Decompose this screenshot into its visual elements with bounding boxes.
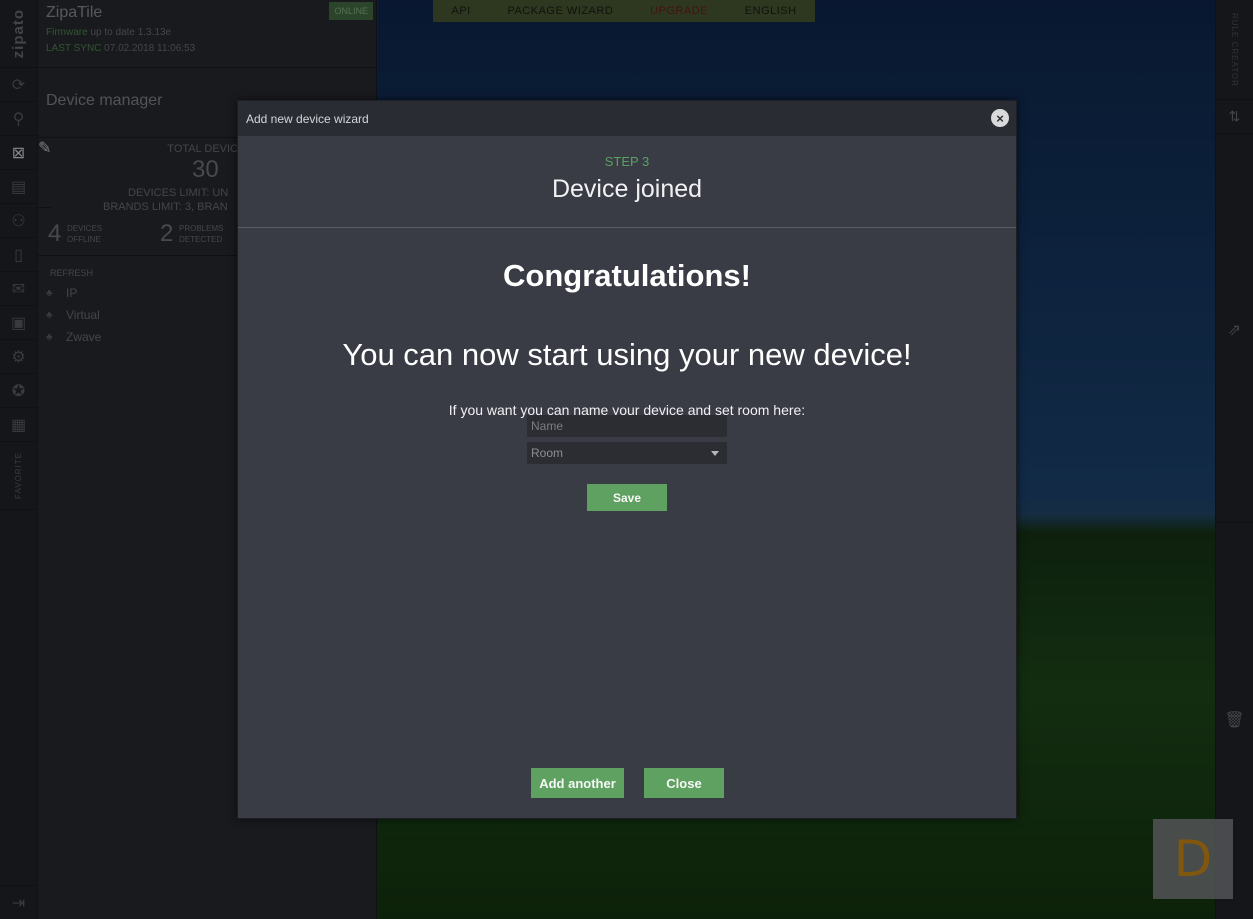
modal-header: Add new device wizard × <box>238 101 1016 136</box>
close-icon[interactable]: × <box>991 109 1009 127</box>
step-title: Device joined <box>551 175 703 203</box>
step-number: STEP 3 <box>604 154 650 169</box>
wizard-step-header: STEP 3 Device joined <box>238 136 1016 228</box>
save-button[interactable]: Save <box>587 484 667 511</box>
close-button[interactable]: Close <box>644 768 724 798</box>
modal-title: Add new device wizard <box>246 111 369 126</box>
add-device-wizard-modal: Add new device wizard × STEP 3 Device jo… <box>237 100 1017 819</box>
room-select[interactable]: Room <box>527 442 727 464</box>
add-another-button[interactable]: Add another <box>531 768 624 798</box>
success-message: You can now start using your new device! <box>342 337 912 372</box>
chevron-down-icon <box>711 450 719 456</box>
congrats-heading: Congratulations! <box>503 258 751 293</box>
device-name-input[interactable] <box>527 415 727 437</box>
